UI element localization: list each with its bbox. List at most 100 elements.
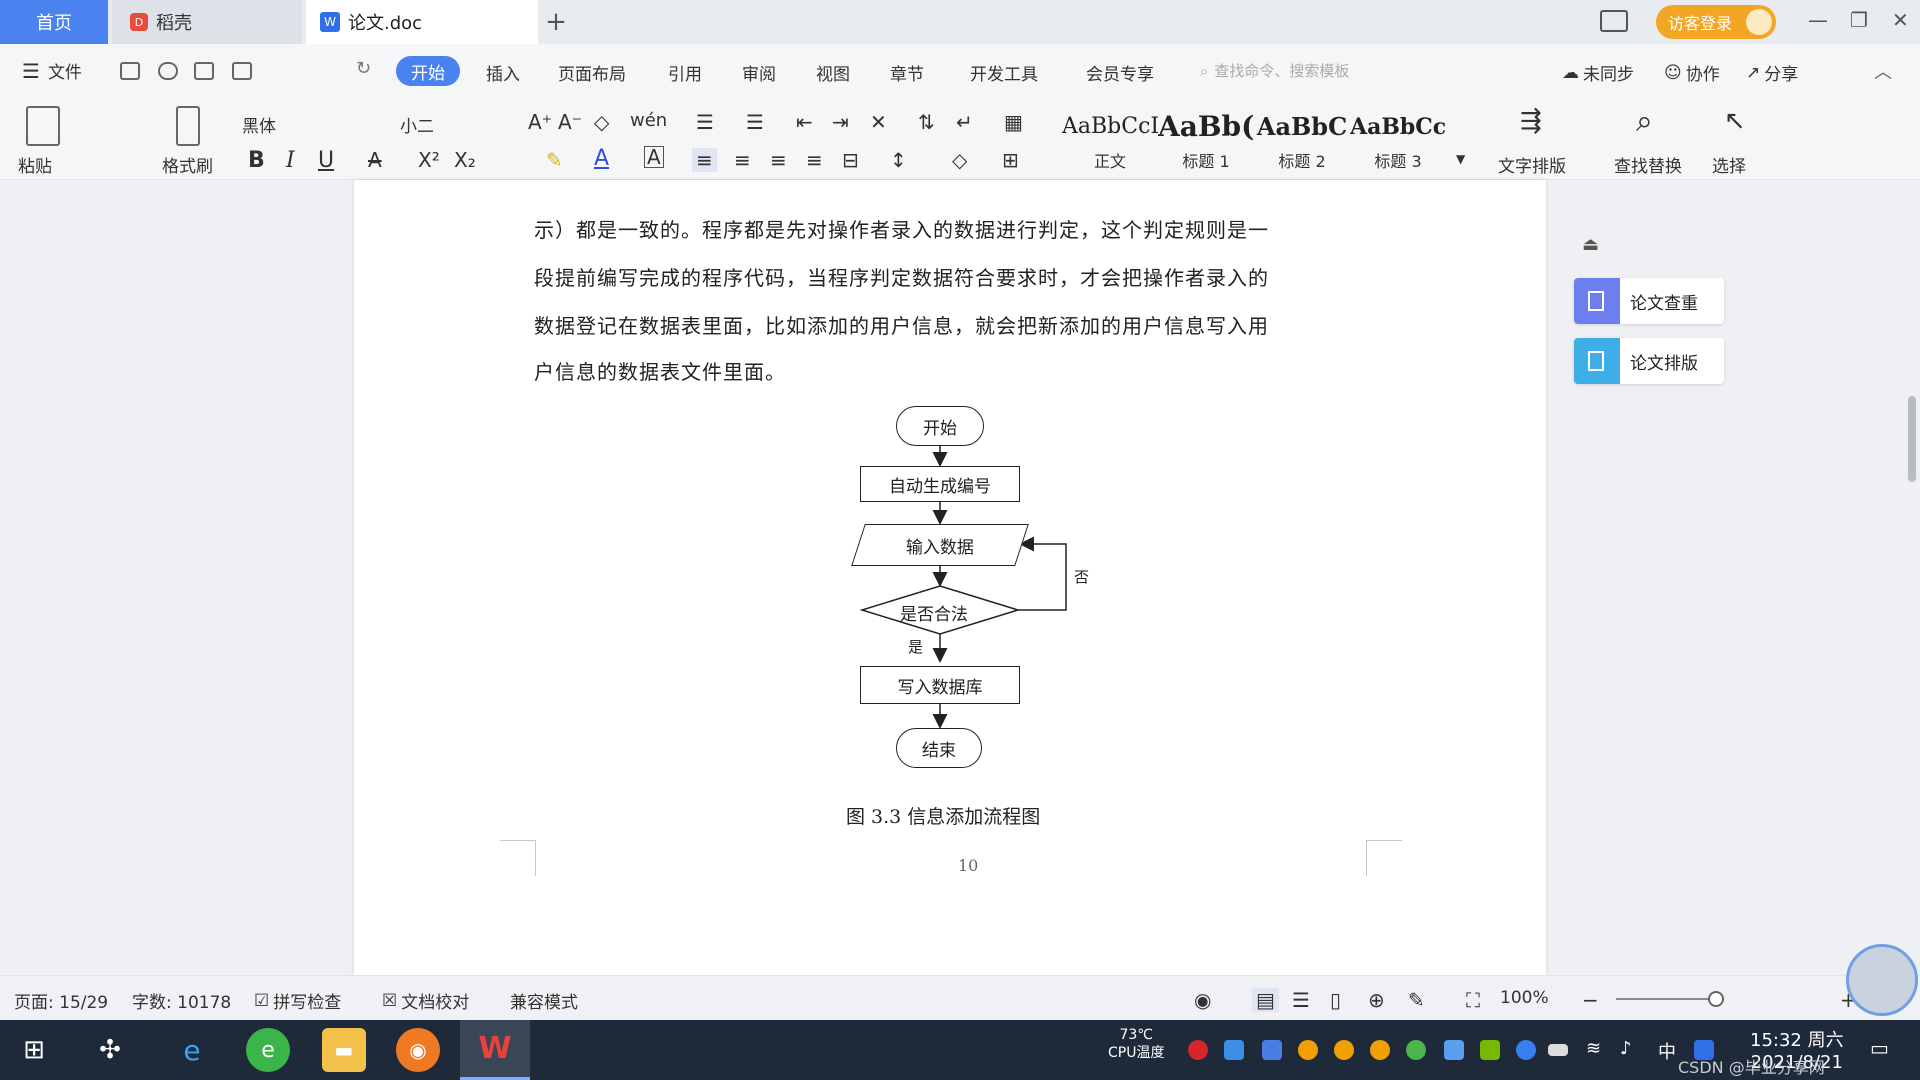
share-button[interactable]: ↗ 分享 [1746,60,1798,86]
show-marks-icon[interactable]: ↵ [956,110,973,134]
align-right-icon[interactable]: ≡ [770,148,787,172]
wifi-icon[interactable]: ≋ [1586,1038,1601,1059]
redo-icon[interactable]: ↻ [356,58,371,79]
volume-icon[interactable]: ♪ [1620,1038,1632,1059]
guest-login-button[interactable]: 访客登录 [1656,5,1776,39]
proofread-button[interactable]: ☒ 文档校对 [382,988,469,1014]
thesis-layout-button[interactable]: 论文排版 [1574,338,1724,384]
tab-home[interactable]: 首页 [0,0,108,44]
print-icon[interactable] [194,62,214,80]
superscript-icon[interactable]: X² [418,148,440,172]
menu-section[interactable]: 章节 [890,60,924,85]
align-center-icon[interactable]: ≡ [734,148,751,172]
print-preview-icon[interactable] [232,62,252,80]
battery-icon[interactable] [1548,1044,1568,1056]
wps-taskbar-button[interactable]: W [460,1020,530,1080]
distributed-icon[interactable]: ⊟ [842,148,859,172]
qq-tray-icon[interactable] [1370,1040,1390,1060]
side-panel-collapse-icon[interactable]: ⏏ [1582,234,1599,255]
numbered-list-icon[interactable]: ☰ [746,110,764,134]
cloud-tray-icon[interactable] [1224,1040,1244,1060]
media-app-icon[interactable]: ◉ [396,1028,440,1072]
style-heading1[interactable]: AaBb( 标题 1 [1158,110,1254,174]
shield-tray-icon[interactable] [1262,1040,1282,1060]
highlight-icon[interactable]: ✎ [546,148,563,172]
styles-more-icon[interactable]: ▼ [1456,152,1465,166]
page-indicator[interactable]: 页面: 15/29 [14,988,108,1013]
word-count[interactable]: 字数: 10178 [132,988,231,1013]
strikethrough-icon[interactable]: A [368,148,382,172]
menu-start[interactable]: 开始 [396,56,460,86]
zoom-slider[interactable] [1616,998,1716,1000]
file-explorer-icon[interactable]: ▬ [322,1028,366,1072]
font-grow-icon[interactable]: A⁺ [528,110,552,134]
vertical-scrollbar[interactable] [1904,196,1920,966]
restore-icon[interactable]: ❐ [1850,8,1868,32]
command-search[interactable]: ⌕ 查找命令、搜索模板 [1200,60,1349,81]
menu-references[interactable]: 引用 [668,60,702,85]
nvidia-tray-icon[interactable] [1480,1040,1500,1060]
font-size-select[interactable]: 小二 [400,112,434,137]
new-tab-button[interactable]: + [544,0,568,44]
save-icon[interactable] [120,62,140,80]
write-mode-icon[interactable]: ✎ [1408,988,1425,1012]
subscript-icon[interactable]: X₂ [454,148,476,172]
windows-start-icon[interactable]: ⊞ [12,1028,56,1072]
qq-tray-icon[interactable] [1334,1040,1354,1060]
bullet-list-icon[interactable]: ☰ [696,110,714,134]
bold-icon[interactable]: B [248,148,265,173]
menu-review[interactable]: 审阅 [742,60,776,85]
plus-tray-icon[interactable] [1406,1040,1426,1060]
app-tray-icon[interactable] [1444,1040,1464,1060]
thesis-check-button[interactable]: 论文查重 [1574,278,1724,324]
zoom-level[interactable]: 100% [1500,988,1549,1008]
menu-view[interactable]: 视图 [816,60,850,85]
eye-protection-icon[interactable]: ◉ [1194,988,1211,1012]
browser-360-icon[interactable]: e [246,1028,290,1072]
chinese-layout-icon[interactable]: ✕ [870,110,887,134]
assistant-robot-icon[interactable] [1846,944,1918,1016]
zoom-slider-handle[interactable] [1708,991,1724,1007]
outline-view-icon[interactable]: ☰ [1292,988,1310,1012]
clear-format-icon[interactable]: ◇ [594,110,609,134]
qq-tray-icon[interactable] [1298,1040,1318,1060]
minimize-icon[interactable]: — [1808,8,1828,32]
font-color-icon[interactable]: A [594,146,609,171]
web-view-icon[interactable]: ⊕ [1368,988,1385,1012]
reading-view-icon[interactable]: ▯ [1330,988,1341,1012]
fit-page-icon[interactable]: ⛶ [1466,988,1480,1012]
export-icon[interactable] [158,62,178,80]
style-heading2[interactable]: AaBbC 标题 2 [1254,110,1350,174]
style-normal[interactable]: AaBbCcI 正文 [1062,110,1158,174]
close-icon[interactable]: ✕ [1892,8,1909,32]
format-painter-icon[interactable] [176,106,200,146]
table-borders-icon[interactable]: ▦ [1004,110,1023,134]
menu-member[interactable]: 会员专享 [1086,60,1154,85]
format-painter-label[interactable]: 格式刷 [162,152,213,177]
text-layout-button[interactable]: 文字排版 [1498,152,1566,177]
align-left-icon[interactable]: ≡ [692,148,717,172]
tab-daoke[interactable]: D 稻壳 [112,0,302,44]
tab-document[interactable]: W 论文.doc [306,0,538,44]
font-shrink-icon[interactable]: A⁻ [558,110,582,134]
notification-icon[interactable]: ▭ [1870,1036,1889,1060]
sort-icon[interactable]: ⇅ [918,110,935,134]
font-name-select[interactable]: 黑体 [242,112,276,137]
spellcheck-button[interactable]: ☑ 拼写检查 [254,988,341,1014]
select-button[interactable]: 选择 [1712,152,1746,177]
line-spacing-icon[interactable]: ↕ [890,148,907,172]
justify-icon[interactable]: ≡ [806,148,823,172]
underline-icon[interactable]: U [318,148,334,173]
file-menu[interactable]: ☰ 文件 [22,58,82,84]
char-border-icon[interactable]: A [644,146,664,168]
menu-page-layout[interactable]: 页面布局 [558,60,626,85]
ime-indicator[interactable]: 中 [1658,1038,1676,1064]
bluetooth-tray-icon[interactable] [1516,1040,1536,1060]
find-replace-button[interactable]: 查找替换 [1614,152,1682,177]
paste-label[interactable]: 粘贴 [18,152,52,177]
increase-indent-icon[interactable]: ⇥ [832,110,849,134]
menu-developer[interactable]: 开发工具 [970,60,1038,85]
pinyin-icon[interactable]: wén [630,110,667,131]
scrollbar-thumb[interactable] [1908,396,1916,482]
pinwheel-app-icon[interactable]: ✣ [88,1028,132,1072]
